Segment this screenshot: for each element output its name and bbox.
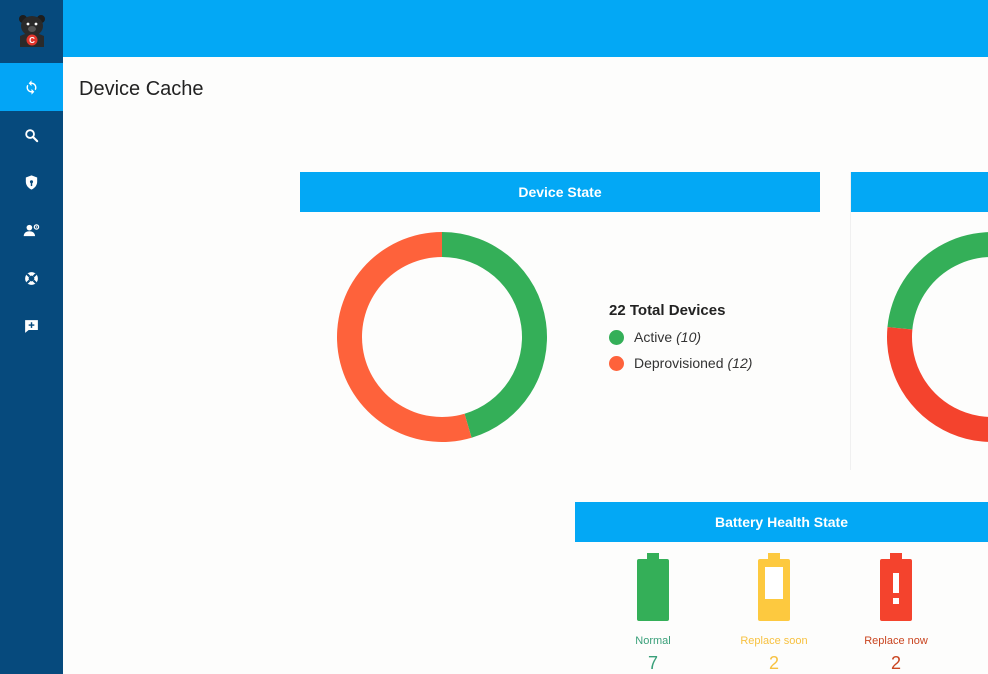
- battery-count: 7: [647, 653, 658, 673]
- nav-device-cache[interactable]: [0, 63, 63, 111]
- page-title: Device Cache: [79, 78, 204, 100]
- battery-item-replace-now[interactable]: Replace now 2: [846, 553, 946, 674]
- battery-label: Normal: [635, 635, 671, 647]
- battery-health-header: Battery Health State: [575, 502, 988, 542]
- svg-text:C: C: [29, 36, 35, 45]
- donut-slice-red[interactable]: [887, 327, 988, 442]
- device-state-donut: [337, 232, 547, 442]
- battery-count: 2: [768, 653, 779, 673]
- device-state-header: Device State: [300, 172, 820, 212]
- sidebar: C: [0, 0, 63, 674]
- nav-feedback[interactable]: [0, 302, 63, 350]
- legend-item-active[interactable]: Active (10): [609, 329, 752, 345]
- user-settings-icon: [23, 223, 40, 236]
- shield-icon: [25, 174, 38, 190]
- add-comment-icon: [25, 319, 38, 333]
- second-chart-donut: [887, 232, 988, 442]
- battery-alert-icon: [880, 553, 912, 621]
- battery-item-replace-soon[interactable]: Replace soon 2: [724, 553, 824, 674]
- device-state-legend: 22 Total Devices Active (10) Deprovision…: [609, 302, 752, 381]
- donut-slice-deprovisioned[interactable]: [337, 232, 472, 442]
- nav-search[interactable]: [0, 111, 63, 159]
- battery-count: 2: [890, 653, 901, 673]
- bear-logo-icon: C: [18, 15, 45, 47]
- legend-label: Deprovisioned: [634, 355, 724, 371]
- legend-count: (10): [676, 329, 702, 345]
- nav-users[interactable]: [0, 206, 63, 254]
- search-icon: [25, 128, 39, 142]
- battery-low-icon: [758, 553, 790, 621]
- nav-support[interactable]: [0, 254, 63, 302]
- app-logo[interactable]: C: [0, 0, 63, 62]
- total-devices: 22 Total Devices: [609, 302, 726, 319]
- legend-count: (12): [727, 355, 753, 371]
- lifebuoy-icon: [25, 271, 38, 285]
- sync-icon: [26, 79, 37, 95]
- nav-security[interactable]: [0, 158, 63, 206]
- second-chart-header: [851, 172, 988, 212]
- battery-label: Replace now: [864, 635, 928, 647]
- legend-dot-active: [609, 329, 624, 345]
- battery-item-normal[interactable]: Normal 7: [603, 553, 703, 674]
- donut-slice-active[interactable]: [442, 232, 547, 438]
- battery-full-icon: [637, 553, 669, 621]
- legend-dot-deprovisioned: [609, 355, 624, 371]
- legend-label: Active: [634, 329, 673, 345]
- legend-item-deprovisioned[interactable]: Deprovisioned (12): [609, 355, 752, 371]
- top-bar: [63, 0, 988, 57]
- battery-label: Replace soon: [740, 635, 808, 647]
